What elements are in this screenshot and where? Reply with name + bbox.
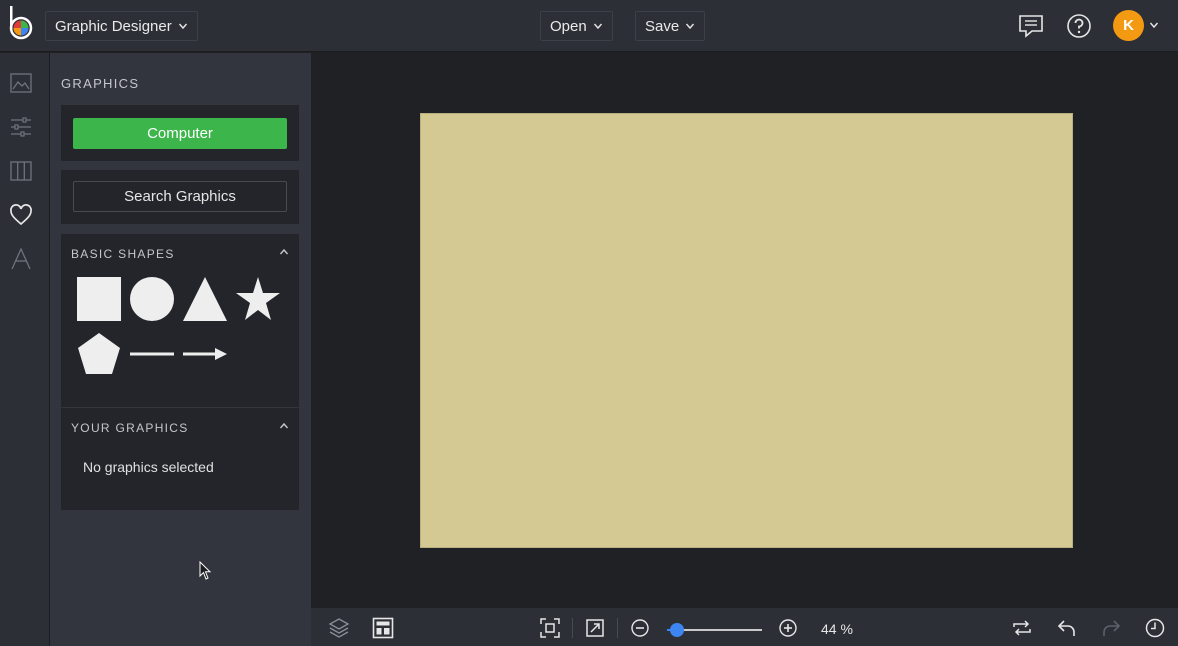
divider (617, 618, 618, 638)
design-canvas[interactable] (420, 113, 1073, 548)
expand-icon[interactable] (584, 617, 606, 639)
basic-shapes-label: BASIC SHAPES (71, 247, 175, 261)
square-shape[interactable] (76, 276, 122, 322)
heart-icon[interactable] (9, 203, 33, 227)
zoom-slider-handle[interactable] (669, 623, 684, 637)
chevron-down-icon[interactable] (1149, 20, 1159, 30)
zoom-out-icon[interactable] (629, 617, 651, 639)
mouse-cursor-icon (199, 561, 212, 580)
app-logo[interactable] (8, 6, 36, 44)
save-dropdown[interactable]: Save (635, 11, 706, 41)
fit-to-screen-icon[interactable] (539, 617, 561, 639)
user-avatar[interactable]: K (1113, 10, 1144, 41)
chevron-down-icon (593, 23, 602, 30)
tool-rail (0, 53, 50, 646)
layout-icon[interactable] (372, 617, 394, 639)
sliders-icon[interactable] (9, 115, 33, 139)
columns-icon[interactable] (9, 159, 33, 183)
save-label: Save (645, 17, 680, 35)
your-graphics-label: YOUR GRAPHICS (71, 421, 189, 435)
basic-shapes-section: BASIC SHAPES (61, 234, 299, 407)
upload-card: Computer (61, 105, 299, 161)
zoom-percentage: 44 % (821, 621, 853, 637)
graphics-panel: GRAPHICS Computer Search Graphics BASIC … (50, 53, 311, 646)
swap-icon[interactable] (1011, 617, 1033, 639)
undo-icon[interactable] (1056, 617, 1078, 639)
divider (572, 618, 573, 638)
chevron-down-icon (178, 23, 187, 30)
app-switcher-dropdown[interactable]: Graphic Designer (45, 11, 198, 41)
redo-icon[interactable] (1100, 617, 1122, 639)
search-card: Search Graphics (61, 170, 299, 224)
chevron-down-icon (686, 23, 695, 30)
text-icon[interactable] (9, 247, 33, 271)
zoom-in-icon[interactable] (777, 617, 799, 639)
open-dropdown[interactable]: Open (540, 11, 613, 41)
computer-upload-button[interactable]: Computer (73, 118, 287, 149)
avatar-initial: K (1123, 17, 1134, 34)
app-name: Graphic Designer (55, 17, 172, 35)
search-graphics-button[interactable]: Search Graphics (73, 181, 287, 212)
bottom-toolbar: 44 % (311, 608, 1178, 646)
chevron-up-icon[interactable] (279, 247, 289, 257)
panel-title: GRAPHICS (61, 76, 140, 91)
help-icon[interactable] (1065, 12, 1093, 40)
circle-shape[interactable] (129, 276, 175, 322)
star-shape[interactable] (235, 276, 281, 322)
feedback-chat-icon[interactable] (1017, 12, 1045, 40)
chevron-up-icon[interactable] (279, 421, 289, 431)
line-shape[interactable] (129, 331, 175, 377)
layers-icon[interactable] (328, 617, 350, 639)
pentagon-shape[interactable] (76, 331, 122, 377)
your-graphics-section: YOUR GRAPHICS No graphics selected (61, 408, 299, 510)
top-bar: Graphic Designer Open Save K (0, 0, 1178, 52)
empty-graphics-text: No graphics selected (83, 459, 214, 475)
open-label: Open (550, 17, 587, 35)
canvas-stage (311, 53, 1178, 608)
image-icon[interactable] (9, 71, 33, 95)
history-icon[interactable] (1144, 617, 1166, 639)
triangle-shape[interactable] (182, 276, 228, 322)
arrow-shape[interactable] (182, 331, 228, 377)
